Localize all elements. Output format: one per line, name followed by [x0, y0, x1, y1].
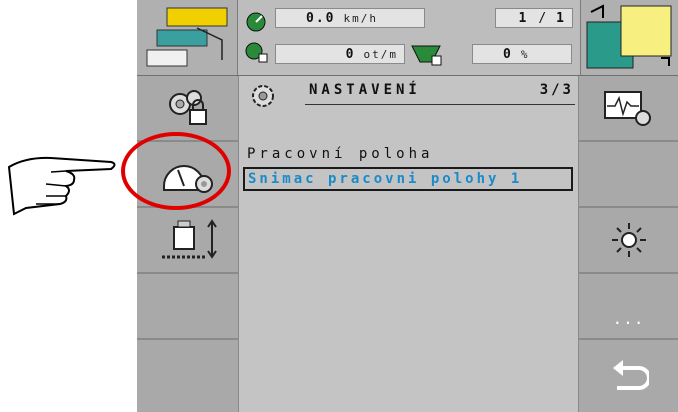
percent-readout: 0 %: [472, 44, 572, 64]
counter-separator: /: [538, 10, 547, 26]
menu-item-working-position-sensor[interactable]: Snimac pracovni polohy 1: [243, 167, 573, 191]
right-softkey-2[interactable]: [578, 142, 678, 208]
left-softkey-5[interactable]: [137, 340, 239, 412]
menu-item-working-position[interactable]: Pracovní poloha: [247, 146, 433, 162]
counter-b: 1: [556, 10, 566, 26]
title-divider: [305, 104, 575, 105]
more-button[interactable]: ...: [578, 274, 678, 340]
speed-readout: 0.0 km/h: [275, 8, 425, 28]
rpm-value: 0: [345, 46, 356, 62]
field-section-icon: [146, 7, 228, 67]
diagnostics-button[interactable]: [578, 76, 678, 142]
implement-height-button[interactable]: [137, 208, 239, 274]
hopper-fill-icon: [410, 42, 444, 70]
left-softkey-column: [137, 76, 239, 412]
back-icon: [612, 360, 649, 390]
highlight-circle: [121, 132, 231, 210]
page-indicator: 3/3: [539, 82, 574, 98]
more-icon: ...: [612, 308, 645, 328]
left-softkey-4[interactable]: [137, 274, 239, 340]
field-map-left-button[interactable]: [137, 0, 238, 75]
rpm-unit: ot/m: [363, 47, 398, 61]
gear-icon: [252, 85, 274, 107]
diagnostics-icon: [603, 91, 651, 126]
settings-lock-icon: [168, 90, 207, 125]
percent-value: 0: [503, 46, 513, 62]
speedometer-icon: [243, 10, 269, 36]
brightness-icon: [611, 223, 646, 257]
speed-value: 0.0: [306, 10, 336, 26]
percent-unit: %: [520, 47, 530, 61]
field-map-right-button[interactable]: [580, 0, 678, 75]
implement-height-icon: [161, 219, 217, 259]
counter-a: 1: [518, 10, 529, 26]
settings-panel: NASTAVENÍ 3/3 Pracovní poloha Snimac pra…: [239, 76, 578, 412]
brightness-button[interactable]: [578, 208, 678, 274]
field-section-map-icon: [586, 4, 672, 69]
pointing-hand-icon: [6, 152, 121, 222]
back-button[interactable]: [578, 340, 678, 412]
section-counter: 1 / 1: [495, 8, 573, 28]
right-softkey-column: ...: [578, 76, 678, 412]
panel-header: NASTAVENÍ 3/3: [239, 76, 578, 132]
pto-rpm-icon: [243, 40, 269, 68]
page-title: NASTAVENÍ: [309, 82, 421, 98]
rpm-readout: 0 ot/m: [275, 44, 405, 64]
speed-unit: km/h: [343, 11, 378, 25]
